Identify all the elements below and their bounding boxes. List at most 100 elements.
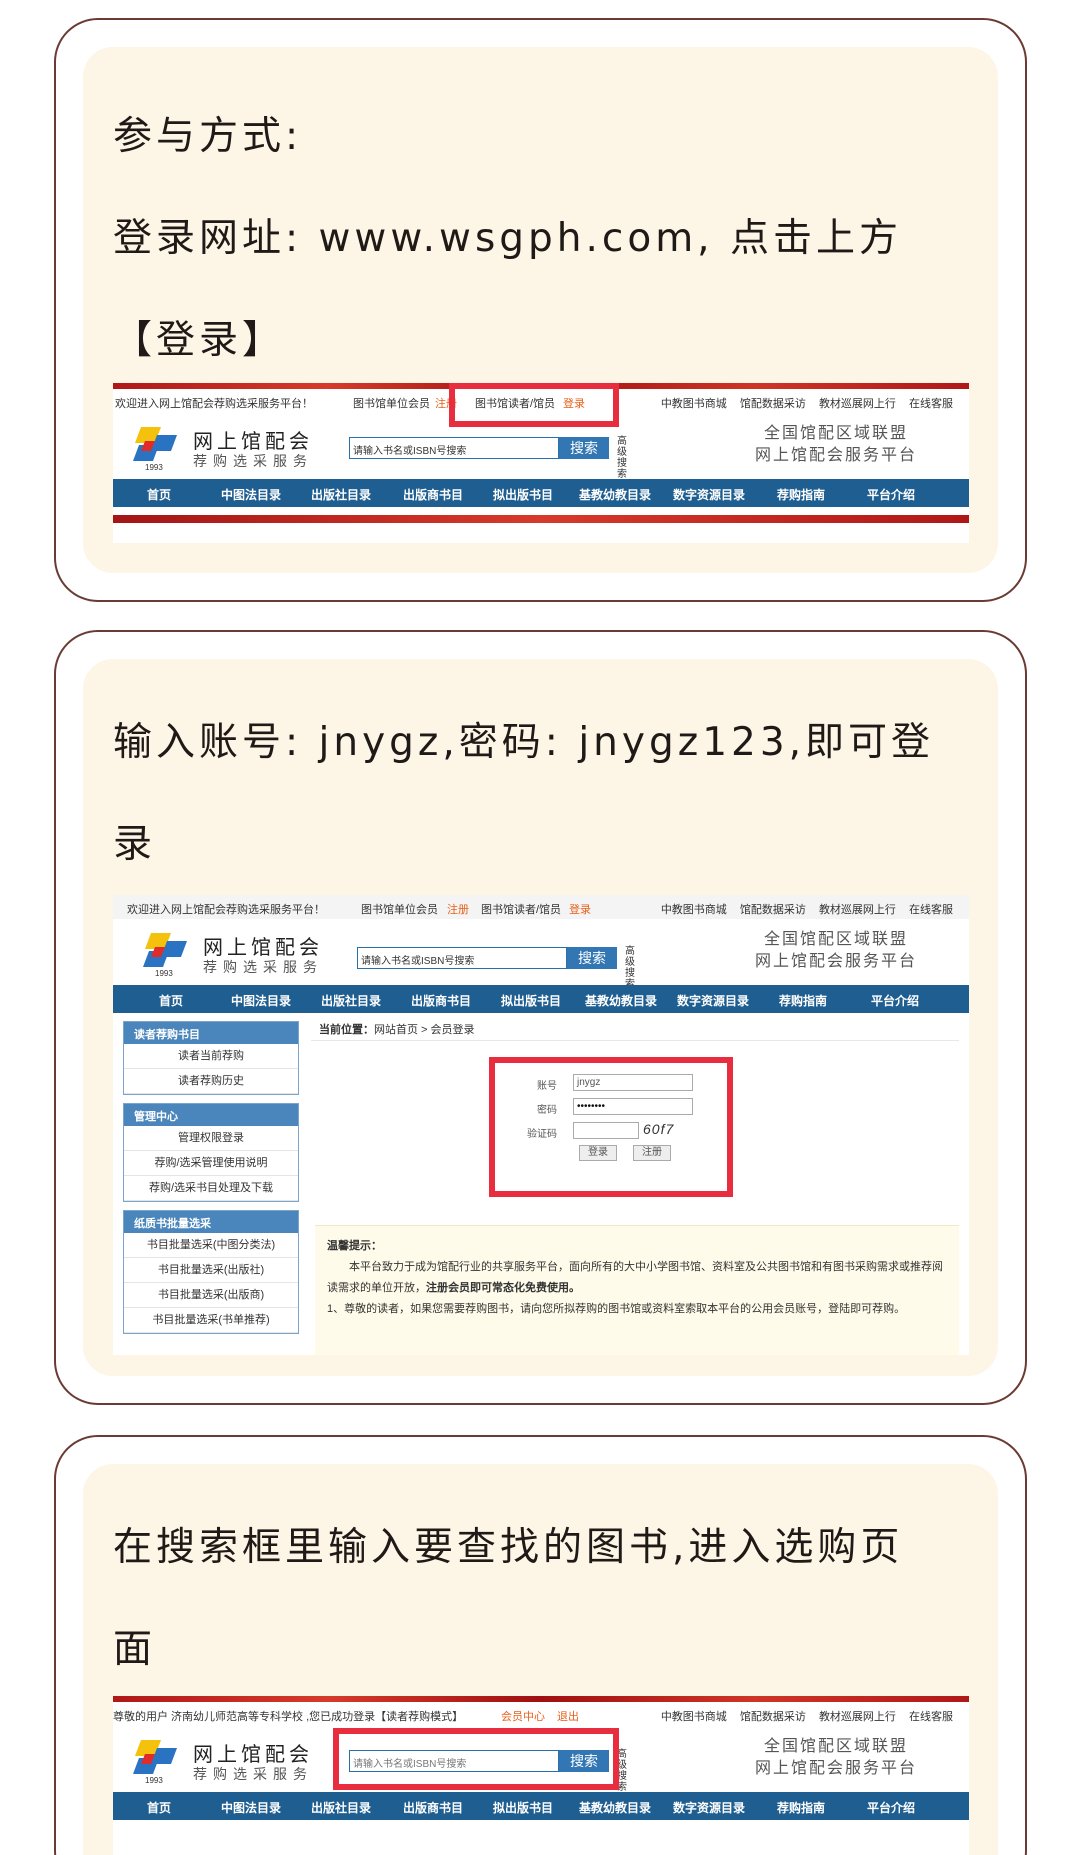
alliance-line-2: 网上馆配会服务平台 bbox=[754, 953, 917, 970]
nav-item-forthcoming[interactable]: 拟出版书目 bbox=[493, 1799, 553, 1816]
sidebar-item-manual[interactable]: 荐购/选采管理使用说明 bbox=[124, 1151, 298, 1176]
nav-item-basic-edu[interactable]: 基教幼教目录 bbox=[585, 992, 657, 1009]
nav-item-basic-edu[interactable]: 基教幼教目录 bbox=[579, 1799, 651, 1816]
site-top-bar: 欢迎进入网上馆配会荐购选采服务平台！ 图书馆单位会员 注册 图书馆读者/馆员 登… bbox=[113, 895, 969, 919]
sidebar-item-batch-list[interactable]: 书目批量选采(书单推荐) bbox=[124, 1308, 298, 1333]
step-card-3-panel: 在搜索框里输入要查找的图书,进入选购页 面 尊敬的用户 济南幼儿师范高等专科学校… bbox=[83, 1464, 998, 1855]
alliance-line-1: 全国馆配区域联盟 bbox=[763, 1738, 908, 1755]
search-input[interactable]: 请输入书名或ISBN号搜索 bbox=[349, 437, 559, 459]
tips-panel: 温馨提示： 本平台致力于成为馆配行业的共享服务平台，面向所有的大中小学图书馆、资… bbox=[315, 1225, 959, 1355]
login-highlight-box bbox=[449, 383, 619, 427]
nav-item-publisher[interactable]: 出版社目录 bbox=[311, 1799, 371, 1816]
search-button[interactable]: 搜索 bbox=[567, 947, 617, 969]
sidebar-item-current[interactable]: 读者当前荐购 bbox=[124, 1044, 298, 1069]
advanced-search-link[interactable]: 高级搜索 bbox=[617, 1749, 631, 1793]
reader-staff-link[interactable]: 图书馆读者/馆员 bbox=[481, 901, 561, 917]
search-button[interactable]: 搜索 bbox=[559, 437, 609, 459]
register-link[interactable]: 注册 bbox=[447, 901, 469, 917]
top-link-textbook[interactable]: 教材巡展网上行 bbox=[819, 1711, 896, 1723]
logout-link[interactable]: 退出 bbox=[557, 1708, 579, 1724]
nav-item-home[interactable]: 首页 bbox=[147, 1799, 171, 1816]
member-unit-link[interactable]: 图书馆单位会员 bbox=[353, 395, 430, 411]
logo-icon: 1993 bbox=[133, 1740, 177, 1784]
alliance-line-1: 全国馆配区域联盟 bbox=[763, 425, 908, 442]
advanced-search-link[interactable]: 高级搜索 bbox=[625, 946, 639, 990]
login-form-highlight-box bbox=[489, 1057, 733, 1197]
nav-item-guide[interactable]: 荐购指南 bbox=[777, 1799, 825, 1816]
nav-item-guide[interactable]: 荐购指南 bbox=[777, 486, 825, 503]
logo-icon: 1993 bbox=[143, 933, 187, 977]
tips-paragraph-2: 1、尊敬的读者，如果您需要荐购图书，请向您所拟荐购的图书馆或资料室索取本平台的公… bbox=[327, 1303, 906, 1315]
top-link-data[interactable]: 馆配数据采访 bbox=[740, 904, 806, 916]
tips-title: 温馨提示： bbox=[327, 1240, 382, 1252]
advanced-search-link[interactable]: 高级搜索 bbox=[617, 436, 631, 480]
nav-item-clc[interactable]: 中图法目录 bbox=[231, 992, 291, 1009]
welcome-text: 欢迎进入网上馆配会荐购选采服务平台！ bbox=[115, 398, 313, 410]
nav-item-basic-edu[interactable]: 基教幼教目录 bbox=[579, 486, 651, 503]
nav-item-distributor[interactable]: 出版商书目 bbox=[411, 992, 471, 1009]
main-nav: 首页 中图法目录 出版社目录 出版商书目 拟出版书目 基教幼教目录 数字资源目录… bbox=[113, 985, 969, 1013]
sidebar-group-reader: 读者荐购书目 读者当前荐购 读者荐购历史 bbox=[123, 1021, 299, 1095]
top-link-service[interactable]: 在线客服 bbox=[909, 1711, 953, 1723]
nav-item-clc[interactable]: 中图法目录 bbox=[221, 486, 281, 503]
step-card-2: 输入账号: jnygz,密码: jnygz123,即可登 录 欢迎进入网上馆配会… bbox=[54, 630, 1027, 1405]
top-link-service[interactable]: 在线客服 bbox=[909, 904, 953, 916]
top-link-textbook[interactable]: 教材巡展网上行 bbox=[819, 904, 896, 916]
alliance-line-2: 网上馆配会服务平台 bbox=[754, 1760, 917, 1777]
step3-heading-cont: 面 bbox=[113, 1627, 157, 1672]
bottom-red-banner bbox=[113, 515, 969, 523]
nav-item-digital[interactable]: 数字资源目录 bbox=[673, 486, 745, 503]
nav-item-guide[interactable]: 荐购指南 bbox=[779, 992, 827, 1009]
step2-heading: 输入账号: jnygz,密码: jnygz123,即可登 bbox=[113, 720, 935, 765]
site-screenshot-3: 尊敬的用户 济南幼儿师范高等专科学校 ,您已成功登录【读者荐购模式】 会员中心 … bbox=[113, 1696, 969, 1855]
breadcrumb-path[interactable]: 网站首页 > 会员登录 bbox=[374, 1024, 475, 1036]
sidebar-item-history[interactable]: 读者荐购历史 bbox=[124, 1069, 298, 1094]
sidebar-item-admin-login[interactable]: 管理权限登录 bbox=[124, 1126, 298, 1151]
member-unit-link[interactable]: 图书馆单位会员 bbox=[361, 901, 438, 917]
sidebar-item-download[interactable]: 荐购/选采书目处理及下载 bbox=[124, 1176, 298, 1201]
step1-url-text: 登录网址: www.wsgph.com, 点击上方 bbox=[113, 216, 902, 261]
sidebar-item-batch-publisher[interactable]: 书目批量选采(出版社) bbox=[124, 1258, 298, 1283]
nav-item-about[interactable]: 平台介绍 bbox=[867, 1799, 915, 1816]
sidebar-group-batch: 纸质书批量选采 书目批量选采(中图分类法) 书目批量选采(出版社) 书目批量选采… bbox=[123, 1210, 299, 1334]
nav-item-publisher[interactable]: 出版社目录 bbox=[321, 992, 381, 1009]
sidebar-head-admin: 管理中心 bbox=[124, 1104, 298, 1126]
svg-text:1993: 1993 bbox=[155, 969, 173, 977]
nav-item-distributor[interactable]: 出版商书目 bbox=[403, 1799, 463, 1816]
step1-login-text: 【登录】 bbox=[113, 318, 286, 363]
logged-in-greeting: 尊敬的用户 济南幼儿师范高等专科学校 ,您已成功登录【读者荐购模式】 bbox=[113, 1711, 464, 1723]
top-link-mall[interactable]: 中教图书商城 bbox=[661, 1711, 727, 1723]
nav-item-about[interactable]: 平台介绍 bbox=[871, 992, 919, 1009]
logo-icon: 1993 bbox=[133, 427, 177, 471]
top-link-mall[interactable]: 中教图书商城 bbox=[661, 398, 727, 410]
nav-item-forthcoming[interactable]: 拟出版书目 bbox=[501, 992, 561, 1009]
sidebar-item-batch-clc[interactable]: 书目批量选采(中图分类法) bbox=[124, 1233, 298, 1258]
tips-text-1-bold: 注册会员即可常态化免费使用。 bbox=[426, 1282, 580, 1294]
nav-item-distributor[interactable]: 出版商书目 bbox=[403, 486, 463, 503]
top-link-data[interactable]: 馆配数据采访 bbox=[740, 1711, 806, 1723]
top-links: 中教图书商城 馆配数据采访 教材巡展网上行 在线客服 bbox=[651, 901, 953, 917]
nav-item-forthcoming[interactable]: 拟出版书目 bbox=[493, 486, 553, 503]
top-link-mall[interactable]: 中教图书商城 bbox=[661, 904, 727, 916]
brand-title: 网上馆配会 bbox=[203, 937, 323, 959]
sidebar-head-reader: 读者荐购书目 bbox=[124, 1022, 298, 1044]
nav-item-home[interactable]: 首页 bbox=[159, 992, 183, 1009]
nav-item-publisher[interactable]: 出版社目录 bbox=[311, 486, 371, 503]
sidebar: 读者荐购书目 读者当前荐购 读者荐购历史 管理中心 管理权限登录 荐购/选采管理… bbox=[123, 1021, 299, 1342]
top-link-service[interactable]: 在线客服 bbox=[909, 398, 953, 410]
alliance-line-1: 全国馆配区域联盟 bbox=[763, 931, 908, 948]
nav-item-clc[interactable]: 中图法目录 bbox=[221, 1799, 281, 1816]
top-link-textbook[interactable]: 教材巡展网上行 bbox=[819, 398, 896, 410]
tips-paragraph-1: 本平台致力于成为馆配行业的共享服务平台，面向所有的大中小学图书馆、资料室及公共图… bbox=[327, 1257, 947, 1299]
nav-item-digital[interactable]: 数字资源目录 bbox=[677, 992, 749, 1009]
search-input[interactable]: 请输入书名或ISBN号搜索 bbox=[357, 947, 567, 969]
login-link[interactable]: 登录 bbox=[569, 901, 591, 917]
top-link-data[interactable]: 馆配数据采访 bbox=[740, 398, 806, 410]
nav-item-home[interactable]: 首页 bbox=[147, 486, 171, 503]
sidebar-item-batch-distributor[interactable]: 书目批量选采(出版商) bbox=[124, 1283, 298, 1308]
step-card-1: 参与方式: 登录网址: www.wsgph.com, 点击上方 【登录】 欢迎进… bbox=[54, 18, 1027, 602]
nav-item-about[interactable]: 平台介绍 bbox=[867, 486, 915, 503]
member-center-link[interactable]: 会员中心 bbox=[501, 1708, 545, 1724]
breadcrumb-label: 当前位置： bbox=[319, 1024, 374, 1036]
nav-item-digital[interactable]: 数字资源目录 bbox=[673, 1799, 745, 1816]
